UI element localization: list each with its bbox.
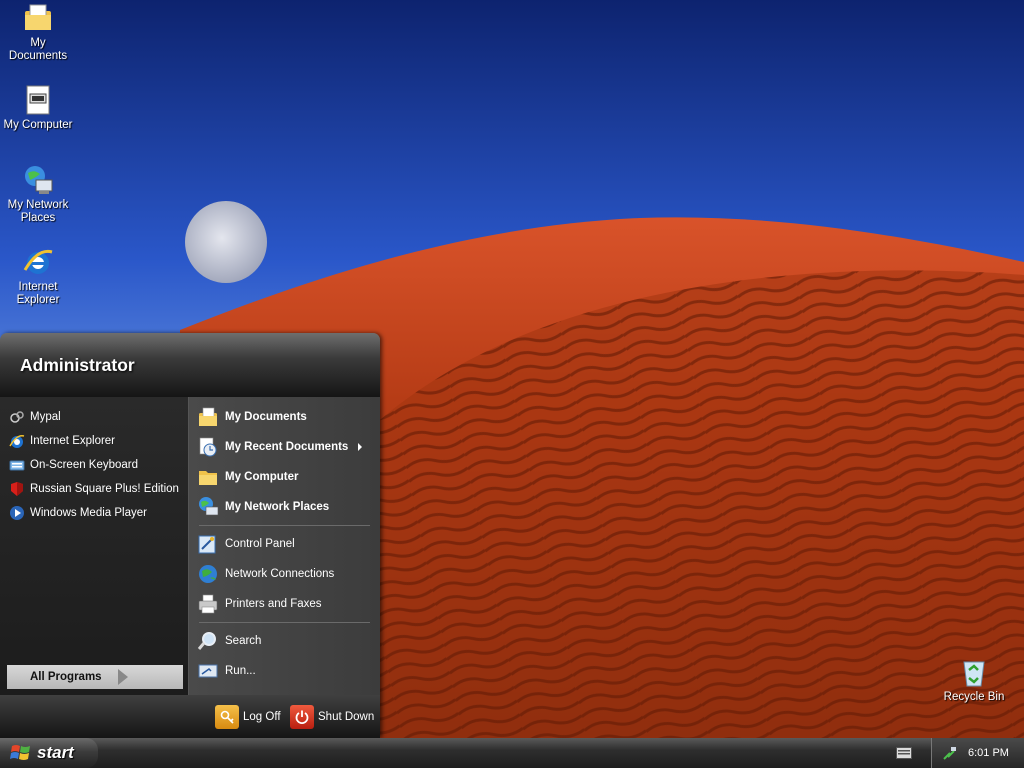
network-places-icon [25, 166, 53, 194]
recent-documents-icon [199, 437, 217, 457]
printer-icon [198, 594, 218, 614]
folder-documents-icon [199, 407, 217, 426]
places-item-my-computer[interactable]: My Computer [189, 462, 380, 492]
pinned-item-windows-media-player[interactable]: Windows Media Player [0, 501, 188, 525]
start-menu: Administrator Mypal Internet Explorer On… [0, 333, 380, 738]
network-connections-icon [199, 565, 217, 583]
computer-icon [26, 85, 50, 115]
pinned-programs-panel: Mypal Internet Explorer On-Screen Keyboa… [0, 397, 189, 695]
places-item-label: Run... [225, 665, 256, 677]
desktop-icon-label: Recycle Bin [943, 691, 1005, 703]
desktop-icon-recycle-bin[interactable]: Recycle Bin [936, 656, 1012, 704]
moon [185, 201, 267, 283]
desktop-icon-label: My Documents [8, 37, 68, 62]
folder-documents-icon [25, 4, 51, 30]
russian-square-icon [11, 482, 23, 496]
all-programs-button[interactable]: All Programs [7, 665, 183, 689]
keyboard-icon [9, 460, 25, 471]
network-tray-icon[interactable] [942, 745, 958, 761]
desktop-icon-my-network-places[interactable]: My Network Places [0, 164, 76, 225]
internet-explorer-icon [9, 434, 25, 448]
places-item-label: Search [225, 635, 262, 647]
all-programs-label: All Programs [30, 671, 102, 683]
desktop-icon-label: My Computer [3, 119, 73, 131]
places-panel: My Documents My Recent Documents My Comp… [189, 397, 380, 695]
key-icon [215, 705, 239, 729]
windows-logo-icon [10, 745, 30, 760]
places-item-search[interactable]: Search [189, 626, 380, 656]
places-item-control-panel[interactable]: Control Panel [189, 529, 380, 559]
desktop-icon-label: Internet Explorer [16, 281, 60, 306]
start-button[interactable]: start [0, 738, 98, 768]
pinned-item-label: Internet Explorer [30, 435, 116, 447]
pinned-item-mypal[interactable]: Mypal [0, 405, 188, 429]
pinned-item-label: Russian Square Plus! Edition [30, 483, 179, 495]
user-name: Administrator [20, 355, 135, 375]
power-icon [290, 705, 314, 729]
search-icon [197, 632, 216, 650]
start-menu-footer: Log Off Shut Down [0, 695, 380, 738]
start-menu-header: Administrator [0, 333, 380, 399]
system-tray: 6:01 PM [931, 738, 1024, 768]
shut-down-label: Shut Down [318, 711, 375, 723]
submenu-arrow-icon [358, 443, 363, 451]
places-item-label: Control Panel [225, 538, 295, 550]
desktop-icon-my-computer[interactable]: My Computer [0, 84, 76, 132]
desktop-icon-internet-explorer[interactable]: Internet Explorer [0, 246, 76, 307]
places-item-label: My Documents [225, 411, 307, 423]
log-off-label: Log Off [243, 711, 281, 723]
shut-down-button[interactable]: Shut Down [290, 705, 374, 729]
places-item-network-connections[interactable]: Network Connections [189, 559, 380, 589]
keyboard-layout-icon[interactable] [896, 747, 912, 759]
pinned-item-internet-explorer[interactable]: Internet Explorer [0, 429, 188, 453]
desktop-icon-my-documents[interactable]: My Documents [0, 2, 76, 63]
recycle-bin-icon [963, 661, 985, 687]
folder-icon [199, 471, 217, 485]
start-menu-body: Mypal Internet Explorer On-Screen Keyboa… [0, 397, 380, 695]
start-label: start [37, 743, 74, 762]
run-icon [198, 664, 218, 678]
separator [199, 525, 370, 526]
places-item-label: My Network Places [225, 501, 330, 513]
pinned-item-label: Mypal [30, 411, 61, 423]
clock[interactable]: 6:01 PM [968, 747, 1009, 759]
network-places-icon [199, 497, 219, 516]
pinned-item-label: Windows Media Player [30, 507, 147, 519]
mypal-icon [10, 411, 24, 423]
places-item-label: Network Connections [225, 568, 335, 580]
places-item-run[interactable]: Run... [189, 656, 380, 686]
places-item-my-network-places[interactable]: My Network Places [189, 492, 380, 522]
places-item-printers-faxes[interactable]: Printers and Faxes [189, 589, 380, 619]
control-panel-icon [198, 535, 216, 554]
places-item-my-documents[interactable]: My Documents [189, 402, 380, 432]
places-item-label: My Computer [225, 471, 299, 483]
places-item-label: Printers and Faxes [225, 598, 322, 610]
pinned-item-russian-square[interactable]: Russian Square Plus! Edition [0, 477, 188, 501]
places-item-label: My Recent Documents [225, 441, 349, 453]
separator [199, 622, 370, 623]
desktop-icon-label: My Network Places [7, 199, 69, 224]
internet-explorer-icon [23, 249, 53, 274]
taskbar: start 6:01 PM [0, 738, 1024, 768]
media-player-icon [10, 506, 24, 520]
log-off-button[interactable]: Log Off [215, 705, 281, 729]
arrow-right-icon [117, 669, 128, 685]
pinned-item-label: On-Screen Keyboard [30, 459, 139, 471]
places-item-my-recent-documents[interactable]: My Recent Documents [189, 432, 380, 462]
pinned-item-on-screen-keyboard[interactable]: On-Screen Keyboard [0, 453, 188, 477]
